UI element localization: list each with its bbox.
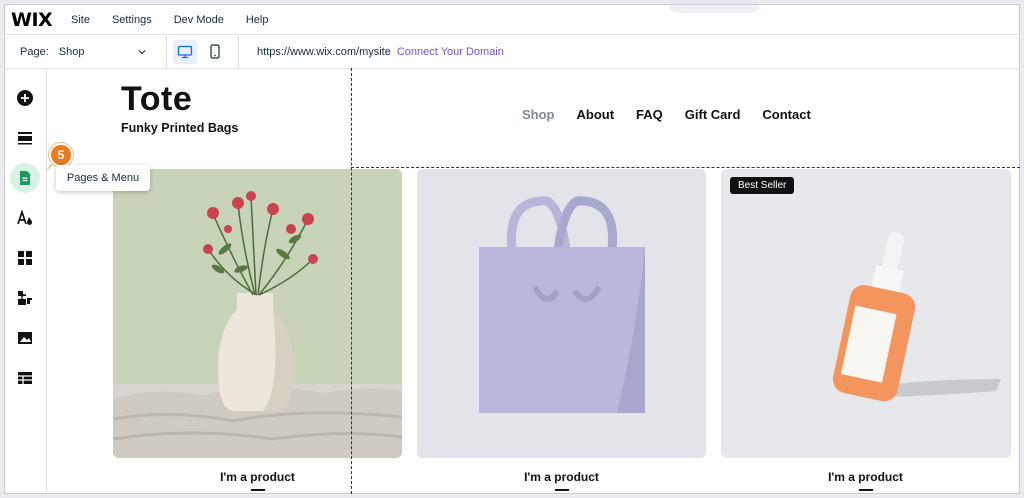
add-section-button[interactable]: [10, 123, 40, 153]
site-navigation: Shop About FAQ Gift Card Contact: [522, 107, 811, 122]
site-url: https://www.wix.com/mysite: [257, 45, 391, 58]
layout-guide-horizontal: [351, 167, 1020, 168]
add-apps-button[interactable]: [10, 243, 40, 273]
product-price-divider: [859, 489, 873, 491]
pages-menu-tooltip: Pages & Menu: [56, 165, 150, 191]
desktop-icon: [177, 45, 193, 58]
pages-menu-button[interactable]: [10, 163, 40, 193]
step-badge: 5: [49, 143, 73, 167]
product-price-divider: [555, 489, 569, 491]
media-icon: [18, 332, 32, 344]
product-name[interactable]: I'm a product: [504, 470, 619, 484]
pages-icon: [20, 171, 30, 185]
puzzle-icon: [18, 291, 32, 305]
product-image-vase[interactable]: [113, 169, 402, 458]
nav-shop[interactable]: Shop: [522, 107, 555, 122]
menu-settings[interactable]: Settings: [112, 14, 152, 26]
wix-logo: WIX: [11, 8, 53, 31]
serum-bottle-image: [721, 169, 1011, 458]
menu-site[interactable]: Site: [71, 14, 90, 26]
nav-contact[interactable]: Contact: [762, 107, 810, 122]
desktop-view-button[interactable]: [173, 39, 197, 64]
layout-guide-vertical: [351, 68, 352, 494]
apps-grid-icon: [18, 251, 32, 265]
nav-gift-card[interactable]: Gift Card: [685, 107, 741, 122]
best-seller-badge: Best Seller: [730, 177, 795, 194]
page-label: Page:: [20, 45, 49, 58]
left-tool-rail: [5, 69, 47, 493]
cms-button[interactable]: [10, 363, 40, 393]
product-name[interactable]: I'm a product: [808, 470, 923, 484]
add-elements-button[interactable]: [10, 83, 40, 113]
site-title: Tote: [121, 80, 193, 118]
design-icon: [17, 210, 32, 225]
product-image-serum[interactable]: [721, 169, 1011, 458]
device-switcher: [167, 34, 239, 69]
nav-faq[interactable]: FAQ: [636, 107, 663, 122]
tote-bag-image: [417, 169, 706, 458]
business-tools-button[interactable]: [10, 283, 40, 313]
product-name[interactable]: I'm a product: [200, 470, 315, 484]
page-selector[interactable]: Page: Shop: [5, 34, 167, 69]
top-pull-tab[interactable]: [669, 5, 759, 13]
chevron-down-icon: [138, 49, 146, 54]
site-design-button[interactable]: [10, 203, 40, 233]
product-image-tote[interactable]: [417, 169, 706, 458]
product-price-divider: [251, 489, 265, 491]
mobile-view-button[interactable]: [203, 40, 227, 64]
menu-help[interactable]: Help: [246, 14, 269, 26]
connect-domain-link[interactable]: Connect Your Domain: [397, 46, 504, 58]
top-menu-bar: WIX Site Settings Dev Mode Help: [5, 5, 1019, 35]
media-button[interactable]: [10, 323, 40, 353]
menu-dev-mode[interactable]: Dev Mode: [174, 14, 224, 26]
mobile-icon: [210, 44, 220, 59]
vase-flowers-image: [113, 169, 402, 458]
nav-about[interactable]: About: [577, 107, 615, 122]
site-subtitle: Funky Printed Bags: [121, 121, 239, 135]
page-value: Shop: [58, 45, 85, 58]
table-icon: [18, 372, 32, 384]
sections-icon: [18, 132, 32, 145]
add-icon: [17, 90, 33, 106]
page-toolbar: Page: Shop https://www.wix.com/mysite Co…: [5, 34, 1019, 69]
